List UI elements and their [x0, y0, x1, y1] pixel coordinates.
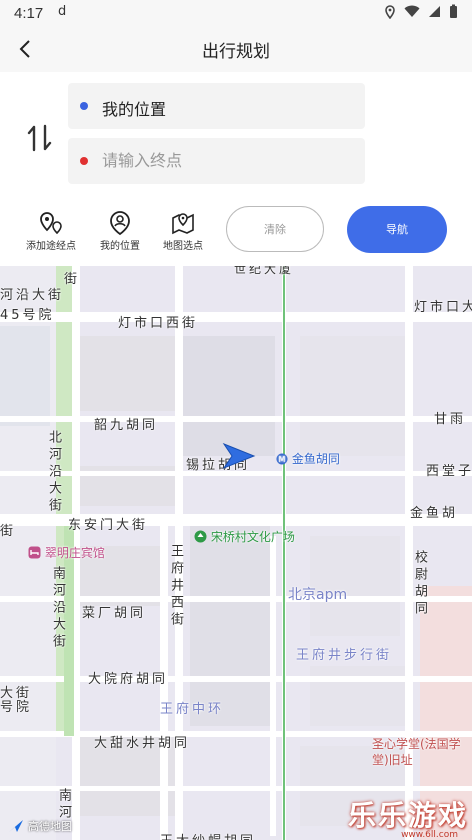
map-label-jinyu-road: 金鱼胡 [410, 506, 459, 521]
signal-icon [429, 6, 440, 17]
watermark-logo: 乐乐游戏 [347, 799, 468, 832]
map-label-xiaowei: 校尉胡同 [412, 550, 427, 618]
add-waypoint-label: 添加途经点 [26, 241, 76, 252]
map-pin-icon [172, 213, 194, 235]
metro-icon: M [276, 453, 288, 465]
map-label-ganyu: 甘雨 [434, 412, 467, 427]
map-label-wangfujing-walk: 王府井步行街 [296, 648, 393, 663]
map-label-caichang: 菜厂胡同 [82, 606, 147, 621]
map-label-dengshikou-dajie: 灯市口大 [414, 300, 472, 315]
swap-arrows-icon [27, 124, 52, 152]
map-label-heyan: 河沿大街 [0, 288, 65, 303]
page-title: 出行规划 [202, 42, 270, 62]
map-label-dayuanfu: 大院府胡同 [88, 672, 169, 687]
user-location-icon [110, 211, 130, 236]
start-location-value: 我的位置 [102, 100, 167, 119]
hotel-icon [28, 546, 41, 559]
map-label-no45: 45号院 [0, 308, 55, 323]
map-label-datianshui: 大甜水井胡同 [94, 736, 191, 751]
waypoints-icon [40, 212, 62, 235]
navigate-button[interactable]: 导航 [347, 206, 447, 253]
map-label-nanhe-bottom: 南河 [56, 788, 71, 822]
map-label-nanheyan: 南河沿大街 [50, 566, 65, 651]
map-view[interactable]: 世纪大厦 灯市口西街 灯市口大 河沿大街 45号院 韶九胡同 锡拉胡同 M 金鱼… [0, 266, 472, 840]
pick-on-map-button[interactable]: 地图选点 [148, 210, 218, 258]
map-label-jinyu-station: M 金鱼胡同 [276, 450, 340, 467]
sim-indicator: d [58, 4, 67, 19]
my-location-label: 我的位置 [100, 241, 140, 252]
map-brand-label: 高德地图 [28, 820, 72, 833]
add-waypoint-button[interactable]: 添加途经点 [16, 210, 86, 258]
location-icon [385, 4, 395, 19]
start-dot [80, 102, 88, 110]
start-location-field[interactable]: 我的位置 [68, 83, 365, 129]
clear-button[interactable]: 清除 [226, 206, 324, 252]
jinyu-station-label: 金鱼胡同 [291, 452, 340, 466]
header: 出行规划 [0, 26, 472, 72]
map-label-street-left: 街 [0, 524, 17, 539]
wifi-icon [404, 5, 420, 17]
status-bar: 4:17 d [0, 0, 472, 26]
current-location-arrow-icon [222, 442, 256, 470]
map-label-building: 世纪大厦 [234, 266, 295, 276]
map-label-cuiming: 翠明庄宾馆 [28, 544, 105, 561]
map-label-wangfu-central: 王府中环 [160, 702, 225, 717]
watermark-url: www.6ll.com [401, 830, 458, 840]
amap-logo-icon [9, 820, 23, 832]
park-icon [194, 530, 207, 543]
map-label-hao: 号院 [0, 700, 33, 715]
pick-on-map-label: 地图选点 [163, 241, 203, 252]
map-label-wangfu-bottom: 王大纱帽胡同 [160, 830, 256, 840]
map-label-xitang: 西堂子 [426, 464, 472, 479]
map-label-jie-top: 街 [64, 272, 81, 287]
map-label-songqiao: 宋桥村文化广场 [194, 528, 295, 545]
map-label-wangfujing-west: 王府井西街 [168, 544, 183, 629]
shengxin-label: 圣心学堂(法国学堂)旧址 [372, 737, 461, 767]
cuiming-label: 翠明庄宾馆 [44, 546, 105, 560]
destination-field[interactable] [68, 138, 365, 184]
my-location-button[interactable]: 我的位置 [85, 210, 155, 258]
end-dot [80, 157, 88, 165]
map-label-shengxin: 圣心学堂(法国学堂)旧址 [372, 736, 468, 768]
songqiao-label: 宋桥村文化广场 [210, 530, 295, 544]
map-label-dengshikou-west: 灯市口西街 [118, 316, 199, 331]
map-provider-logo: 高德地图 [8, 818, 72, 834]
svg-text:M: M [279, 455, 286, 464]
map-label-dongan: 东安门大街 [68, 518, 149, 533]
status-time: 4:17 [14, 5, 44, 22]
swap-route-button[interactable] [22, 120, 58, 156]
map-label-apm: 北京apm [288, 587, 348, 603]
battery-icon [450, 4, 457, 18]
map-label-shaojiu: 韶九胡同 [94, 418, 159, 433]
map-label-beiheyan: 北河沿大街 [46, 430, 61, 515]
status-icons [384, 4, 458, 19]
destination-input[interactable] [102, 147, 352, 173]
